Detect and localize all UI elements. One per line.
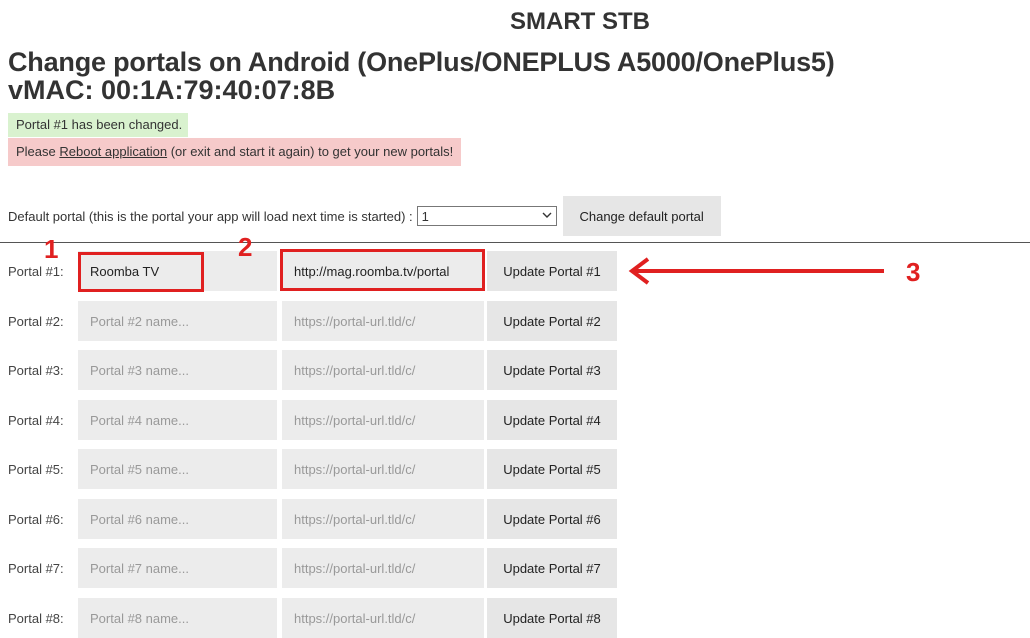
portal-label: Portal #8: [8,610,64,626]
portal-label: Portal #2: [8,313,64,329]
default-portal-row: Default portal (this is the portal your … [8,196,721,236]
update-portal-button[interactable]: Update Portal #3 [487,350,617,390]
portal-row: Portal #3: Portal #3 name... https://porta… [8,350,617,390]
portal-name-input[interactable]: Portal #6 name... [78,499,277,539]
annotation-arrow-icon [628,257,884,285]
reboot-application-link[interactable]: Reboot application [59,144,167,159]
update-portal-button[interactable]: Update Portal #2 [487,301,617,341]
portal-name-input[interactable]: Portal #8 name... [78,598,277,638]
portal-label: Portal #3: [8,362,64,378]
portal-url-input[interactable]: https://portal-url.tld/c/ [282,598,484,638]
change-default-portal-button[interactable]: Change default portal [562,196,721,236]
success-message-text: Portal #1 has been changed. [16,117,183,132]
default-portal-select[interactable]: 1 [416,206,557,226]
portal-label: Portal #7: [8,560,64,576]
mac-address: vMAC: 00:1A:79:40:07:8B [8,75,336,105]
portal-url-input[interactable]: https://portal-url.tld/c/ [282,548,484,588]
update-portal-button[interactable]: Update Portal #7 [487,548,617,588]
annotation-number-2: 2 [238,232,253,262]
update-portal-button[interactable]: Update Portal #8 [487,598,617,638]
page-title: Change portals on Android (OnePlus/ONEPL… [8,47,835,77]
app-title: SMART STB [510,8,650,35]
warning-message: Please Reboot application (or exit and s… [8,138,462,166]
annotation-number-1: 1 [44,234,59,264]
portal-label: Portal #1: [8,263,64,279]
portal-url-input[interactable]: https://portal-url.tld/c/ [282,301,484,341]
chevron-down-icon [542,210,552,222]
portal-label: Portal #4: [8,412,64,428]
annotation-box-url [280,249,485,291]
portal-url-input[interactable]: https://portal-url.tld/c/ [282,449,484,489]
annotation-box-name [78,252,204,292]
default-portal-label: Default portal (this is the portal your … [8,208,413,224]
portal-name-input[interactable]: Portal #7 name... [78,548,277,588]
update-portal-button[interactable]: Update Portal #6 [487,499,617,539]
update-portal-button[interactable]: Update Portal #1 [487,251,617,291]
portal-name-input[interactable]: Portal #4 name... [78,400,277,440]
portal-row: Portal #8: Portal #8 name... https://porta… [8,598,617,638]
portal-row: Portal #2: Portal #2 name... https://porta… [8,301,617,341]
portal-label: Portal #5: [8,461,64,477]
annotation-number-3: 3 [906,257,921,287]
portal-row: Portal #4: Portal #4 name... https://porta… [8,400,617,440]
warning-suffix: (or exit and start it again) to get your… [167,144,454,159]
portal-label: Portal #6: [8,511,64,527]
success-message: Portal #1 has been changed. [8,113,189,137]
portal-url-input[interactable]: https://portal-url.tld/c/ [282,350,484,390]
portal-name-input[interactable]: Portal #2 name... [78,301,277,341]
portal-name-input[interactable]: Portal #5 name... [78,449,277,489]
portal-row: Portal #6: Portal #6 name... https://porta… [8,499,617,539]
portal-name-input[interactable]: Portal #3 name... [78,350,277,390]
update-portal-button[interactable]: Update Portal #4 [487,400,617,440]
warning-prefix: Please [16,144,60,159]
portal-row: Portal #7: Portal #7 name... https://porta… [8,548,617,588]
update-portal-button[interactable]: Update Portal #5 [487,449,617,489]
divider [0,242,1030,243]
portal-url-input[interactable]: https://portal-url.tld/c/ [282,499,484,539]
default-portal-select-value: 1 [421,208,429,224]
portal-url-input[interactable]: https://portal-url.tld/c/ [282,400,484,440]
portal-row: Portal #5: Portal #5 name... https://porta… [8,449,617,489]
